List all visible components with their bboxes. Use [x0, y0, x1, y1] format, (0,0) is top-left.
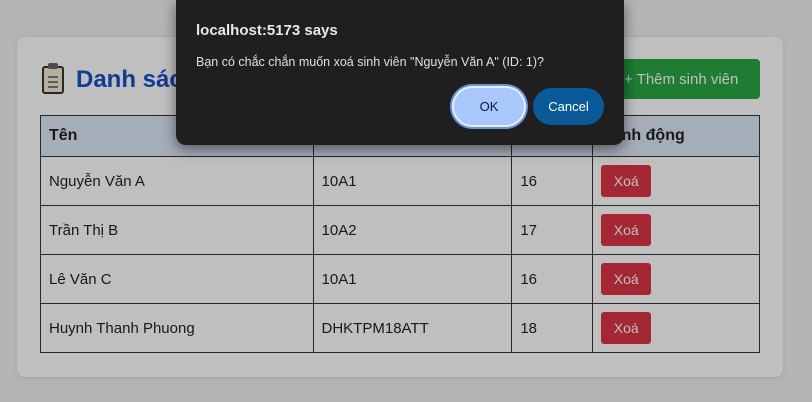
dialog-title: localhost:5173 says: [196, 22, 338, 39]
dialog-message: Bạn có chắc chắn muốn xoá sinh viên "Ngu…: [196, 55, 544, 69]
ok-button[interactable]: OK: [452, 86, 526, 127]
confirm-dialog: localhost:5173 says Bạn có chắc chắn muố…: [176, 0, 624, 145]
cancel-button[interactable]: Cancel: [533, 88, 604, 125]
